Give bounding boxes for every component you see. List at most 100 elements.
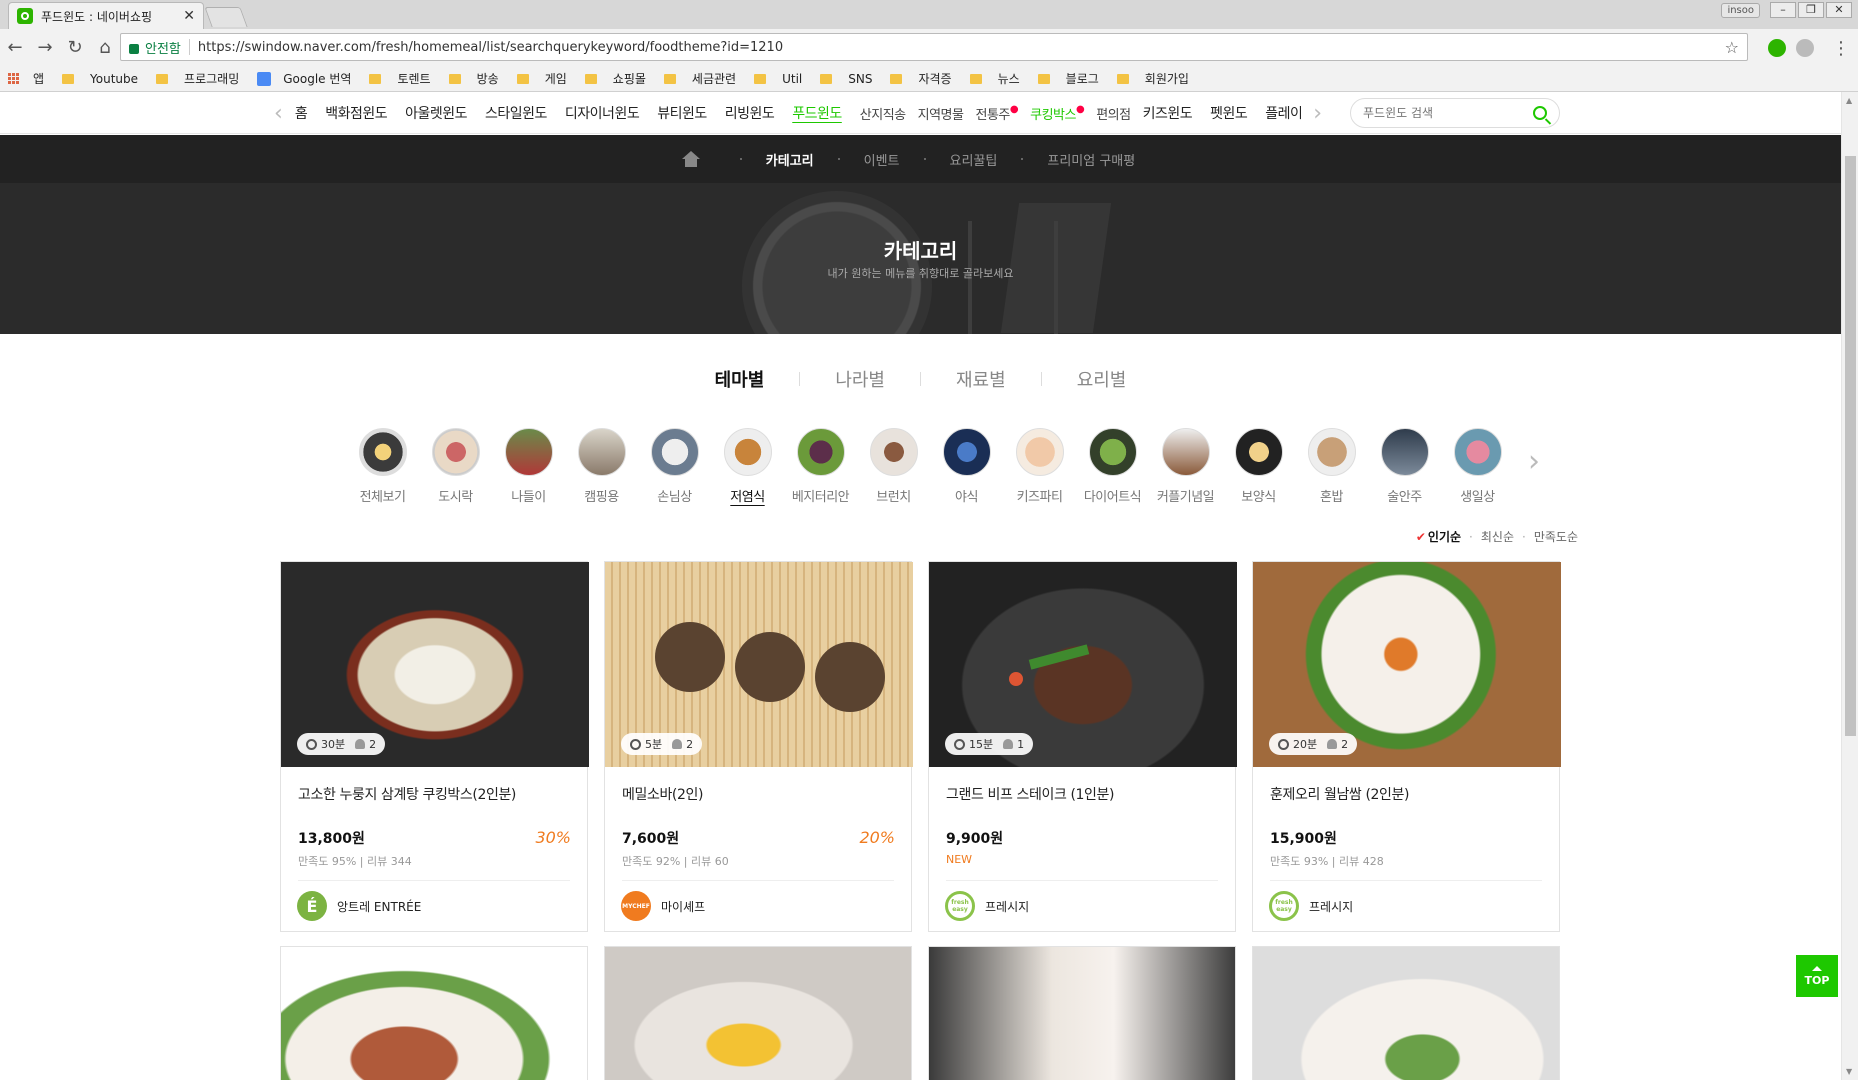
sort-latest[interactable]: 최신순: [1481, 528, 1514, 545]
product-image[interactable]: 5분 2: [605, 562, 913, 767]
bookmark-game[interactable]: 게임: [516, 70, 567, 87]
gnb-convenience[interactable]: 편의점: [1096, 104, 1131, 123]
product-image[interactable]: 15분 1: [929, 562, 1237, 767]
bookmark-star-icon[interactable]: ☆: [1725, 38, 1739, 57]
sort-popular[interactable]: 인기순: [1428, 528, 1461, 545]
seller-info[interactable]: É 앙트레 ENTRÉE: [297, 891, 421, 921]
tab-theme[interactable]: 테마별: [680, 366, 800, 392]
tab-cuisine[interactable]: 요리별: [1042, 366, 1162, 392]
product-name[interactable]: 메밀소바(2인): [622, 784, 703, 804]
cloud-extension-icon[interactable]: [1796, 39, 1814, 57]
gnb-food[interactable]: 푸드윈도: [792, 103, 842, 123]
bookmark-torrent[interactable]: 토렌트: [369, 70, 431, 87]
gnb-home[interactable]: 홈: [295, 103, 308, 123]
bookmark-programming[interactable]: 프로그래밍: [156, 70, 239, 87]
scrollbar-thumb[interactable]: [1845, 156, 1856, 736]
bookmark-sns[interactable]: SNS: [820, 72, 872, 86]
bookmark-apps[interactable]: 앱: [8, 70, 44, 87]
subnav-premium-review[interactable]: 프리미엄 구매평: [1047, 150, 1135, 169]
product-card[interactable]: 5분 2 메밀소바(2인) 7,600원 20% 만족도 92% | 리뷰 60…: [604, 561, 913, 932]
bookmark-util[interactable]: Util: [754, 72, 802, 86]
search-input[interactable]: [1363, 106, 1533, 120]
gnb-style[interactable]: 스타일윈도: [485, 103, 547, 123]
product-card[interactable]: 20분 2 훈제오리 월남쌈 (2인분) 15,900원 만족도 93% | 리…: [1252, 561, 1561, 932]
theme-item[interactable]: 브런치: [857, 428, 930, 505]
home-icon[interactable]: [681, 151, 700, 167]
browser-tab[interactable]: 푸드윈도 : 네이버쇼핑 ✕: [8, 2, 204, 29]
theme-item[interactable]: 저염식: [711, 428, 784, 505]
bookmark-news[interactable]: 뉴스: [969, 70, 1020, 87]
product-name[interactable]: 그랜드 비프 스테이크 (1인분): [946, 784, 1114, 804]
gnb-living[interactable]: 리빙윈도: [725, 103, 775, 123]
product-image[interactable]: [605, 947, 911, 1080]
bookmark-youtube[interactable]: Youtube: [62, 72, 138, 86]
theme-item[interactable]: 술안주: [1368, 428, 1441, 505]
theme-item[interactable]: 혼밥: [1295, 428, 1368, 505]
theme-item[interactable]: 다이어트식: [1076, 428, 1149, 505]
bookmark-shopping[interactable]: 쇼핑몰: [584, 70, 646, 87]
subnav-category[interactable]: 카테고리: [766, 150, 814, 169]
product-card[interactable]: 30분 2 고소한 누룽지 삼계탕 쿠킹박스(2인분) 13,800원 30% …: [280, 561, 589, 932]
page-scrollbar[interactable]: ▲ ▼: [1841, 92, 1858, 1080]
profile-badge[interactable]: insoo: [1721, 2, 1760, 18]
theme-item[interactable]: 생일상: [1441, 428, 1514, 505]
nav-next-icon[interactable]: ›: [1313, 101, 1322, 126]
address-bar[interactable]: 안전함 https://swindow.naver.com/fresh/home…: [120, 33, 1748, 61]
theme-item[interactable]: 전체보기: [346, 428, 419, 505]
gnb-local[interactable]: 지역명물: [918, 104, 964, 123]
url-text[interactable]: https://swindow.naver.com/fresh/homemeal…: [198, 40, 1725, 55]
scroll-top-button[interactable]: TOP: [1796, 955, 1838, 997]
bookmark-blog[interactable]: 블로그: [1037, 70, 1099, 87]
new-tab-button[interactable]: [204, 7, 248, 27]
close-tab-icon[interactable]: ✕: [183, 8, 195, 24]
theme-item[interactable]: 도시락: [419, 428, 492, 505]
search-icon[interactable]: [1533, 106, 1547, 120]
product-card[interactable]: [280, 946, 588, 1080]
minimize-button[interactable]: –: [1770, 2, 1796, 18]
gnb-pet[interactable]: 펫윈도: [1210, 103, 1248, 123]
scroll-down-icon[interactable]: ▼: [1846, 1067, 1852, 1076]
gnb-cooking-box[interactable]: 쿠킹박스●: [1030, 104, 1085, 123]
gnb-beauty[interactable]: 뷰티윈도: [657, 103, 707, 123]
nav-prev-icon[interactable]: ‹: [274, 101, 283, 126]
sort-satisfaction[interactable]: 만족도순: [1534, 528, 1578, 545]
subnav-event[interactable]: 이벤트: [864, 150, 900, 169]
gnb-designer[interactable]: 디자이너윈도: [565, 103, 640, 123]
forward-icon[interactable]: →: [30, 33, 60, 63]
home-icon[interactable]: ⌂: [90, 33, 120, 63]
themes-next-arrow-icon[interactable]: ›: [1528, 444, 1540, 479]
bookmark-certificate[interactable]: 자격증: [890, 70, 952, 87]
theme-item[interactable]: 야식: [930, 428, 1003, 505]
back-icon[interactable]: ←: [0, 33, 30, 63]
product-card[interactable]: [1252, 946, 1560, 1080]
theme-item[interactable]: 키즈파티: [1003, 428, 1076, 505]
close-window-button[interactable]: ✕: [1826, 2, 1852, 18]
seller-info[interactable]: MYCHEF 마이셰프: [621, 891, 705, 921]
scroll-up-icon[interactable]: ▲: [1846, 96, 1852, 105]
product-image[interactable]: [929, 947, 1235, 1080]
bookmark-signup[interactable]: 회원가입: [1116, 70, 1189, 87]
product-image[interactable]: [281, 947, 587, 1080]
gnb-outlet[interactable]: 아울렛윈도: [405, 103, 467, 123]
product-card[interactable]: [604, 946, 912, 1080]
menu-kebab-icon[interactable]: ⋮: [1826, 33, 1856, 63]
product-name[interactable]: 고소한 누룽지 삼계탕 쿠킹박스(2인분): [298, 784, 516, 804]
tab-ingredient[interactable]: 재료별: [921, 366, 1041, 392]
extension-icon[interactable]: [1768, 39, 1786, 57]
restore-button[interactable]: ❐: [1798, 2, 1824, 18]
gnb-play[interactable]: 플레이: [1265, 103, 1301, 123]
subnav-tips[interactable]: 요리꿀팁: [950, 150, 998, 169]
gnb-traditional-liquor[interactable]: 전통주●: [975, 104, 1018, 123]
gnb-direct[interactable]: 산지직송: [860, 104, 906, 123]
product-card[interactable]: 15분 1 그랜드 비프 스테이크 (1인분) 9,900원 NEW fresh…: [928, 561, 1237, 932]
product-image[interactable]: [1253, 947, 1559, 1080]
bookmark-google-translate[interactable]: Google 번역: [257, 70, 351, 87]
seller-info[interactable]: fresh easy 프레시지: [945, 891, 1029, 921]
seller-info[interactable]: fresh easy 프레시지: [1269, 891, 1353, 921]
product-name[interactable]: 훈제오리 월남쌈 (2인분): [1270, 784, 1409, 804]
product-image[interactable]: 20분 2: [1253, 562, 1561, 767]
reload-icon[interactable]: ↻: [60, 33, 90, 63]
bookmark-broadcast[interactable]: 방송: [448, 70, 499, 87]
gnb-kids[interactable]: 키즈윈도: [1143, 103, 1193, 123]
product-card[interactable]: [928, 946, 1236, 1080]
